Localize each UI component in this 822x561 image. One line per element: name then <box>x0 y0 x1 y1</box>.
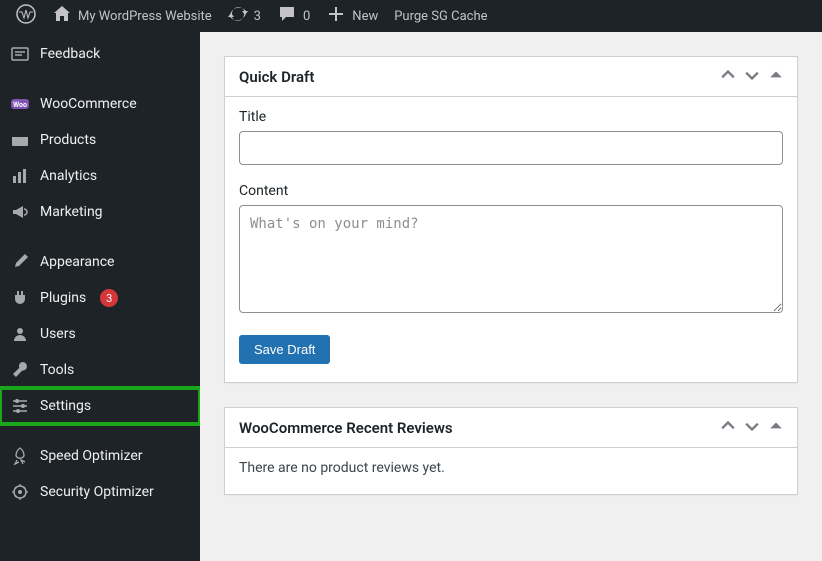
user-icon <box>10 324 30 344</box>
new-content-link[interactable]: New <box>318 0 386 32</box>
updates-count: 3 <box>254 9 261 24</box>
title-label: Title <box>239 109 783 125</box>
sidebar-item-settings[interactable]: Settings <box>0 388 200 424</box>
plus-icon <box>326 4 346 28</box>
site-home-link[interactable]: My WordPress Website <box>44 0 220 32</box>
sidebar-item-label: Users <box>40 326 76 342</box>
sidebar-item-label: Feedback <box>40 46 100 62</box>
sidebar-item-products[interactable]: Products <box>0 122 200 158</box>
sidebar-item-tools[interactable]: Tools <box>0 352 200 388</box>
home-icon <box>52 4 72 28</box>
sidebar-item-label: Products <box>40 132 96 148</box>
wordpress-logo[interactable] <box>8 0 44 32</box>
panel-toggle-button[interactable] <box>769 418 783 437</box>
shield-gear-icon <box>10 482 30 502</box>
svg-text:Woo: Woo <box>13 101 27 109</box>
sidebar-item-label: Security Optimizer <box>40 484 154 500</box>
sliders-icon <box>10 396 30 416</box>
panel-down-button[interactable] <box>745 67 759 86</box>
sidebar-item-label: Settings <box>40 398 91 414</box>
panel-up-button[interactable] <box>721 418 735 437</box>
sidebar-item-marketing[interactable]: Marketing <box>0 194 200 230</box>
wordpress-icon <box>16 4 36 28</box>
megaphone-icon <box>10 202 30 222</box>
content-label: Content <box>239 183 783 199</box>
rocket-icon <box>10 446 30 466</box>
dashboard-content: Quick Draft Title Content Save Draft Woo… <box>200 32 822 561</box>
sidebar-item-speed-optimizer[interactable]: Speed Optimizer <box>0 438 200 474</box>
sidebar-item-label: Speed Optimizer <box>40 448 143 464</box>
plugins-update-badge: 3 <box>100 289 118 307</box>
woocommerce-icon: Woo <box>10 94 30 114</box>
sidebar-item-woocommerce[interactable]: Woo WooCommerce <box>0 86 200 122</box>
quick-draft-heading: Quick Draft <box>239 68 314 86</box>
wrench-icon <box>10 360 30 380</box>
sidebar-item-label: Marketing <box>40 204 103 220</box>
panel-down-button[interactable] <box>745 418 759 437</box>
sidebar-item-label: Analytics <box>40 168 97 184</box>
purge-cache-link[interactable]: Purge SG Cache <box>386 0 495 32</box>
site-title: My WordPress Website <box>78 9 212 24</box>
sidebar-item-label: Appearance <box>40 254 114 270</box>
save-draft-button[interactable]: Save Draft <box>239 335 330 364</box>
admin-sidebar: Feedback Woo WooCommerce Products Analyt… <box>0 32 200 561</box>
purge-label: Purge SG Cache <box>394 9 487 24</box>
sidebar-item-appearance[interactable]: Appearance <box>0 244 200 280</box>
plugin-icon <box>10 288 30 308</box>
admin-toolbar: My WordPress Website 3 0 New Purge SG Ca… <box>0 0 822 32</box>
products-icon <box>10 130 30 150</box>
reviews-heading: WooCommerce Recent Reviews <box>239 419 453 437</box>
updates-link[interactable]: 3 <box>220 0 269 32</box>
reviews-empty-text: There are no product reviews yet. <box>239 460 783 476</box>
sidebar-item-plugins[interactable]: Plugins 3 <box>0 280 200 316</box>
analytics-icon <box>10 166 30 186</box>
new-label: New <box>352 9 378 24</box>
sidebar-item-label: Tools <box>40 362 74 378</box>
sidebar-item-feedback[interactable]: Feedback <box>0 36 200 72</box>
quick-draft-panel: Quick Draft Title Content Save Draft <box>224 56 798 383</box>
sidebar-item-label: WooCommerce <box>40 96 137 112</box>
content-textarea[interactable] <box>239 205 783 313</box>
refresh-icon <box>228 4 248 28</box>
panel-toggle-button[interactable] <box>769 67 783 86</box>
panel-up-button[interactable] <box>721 67 735 86</box>
sidebar-item-users[interactable]: Users <box>0 316 200 352</box>
feedback-icon <box>10 44 30 64</box>
sidebar-item-security-optimizer[interactable]: Security Optimizer <box>0 474 200 510</box>
recent-reviews-panel: WooCommerce Recent Reviews There are no … <box>224 407 798 495</box>
sidebar-item-analytics[interactable]: Analytics <box>0 158 200 194</box>
sidebar-item-label: Plugins <box>40 290 86 306</box>
comments-link[interactable]: 0 <box>269 0 318 32</box>
comment-icon <box>277 4 297 28</box>
title-input[interactable] <box>239 131 783 165</box>
comments-count: 0 <box>303 9 310 24</box>
brush-icon <box>10 252 30 272</box>
